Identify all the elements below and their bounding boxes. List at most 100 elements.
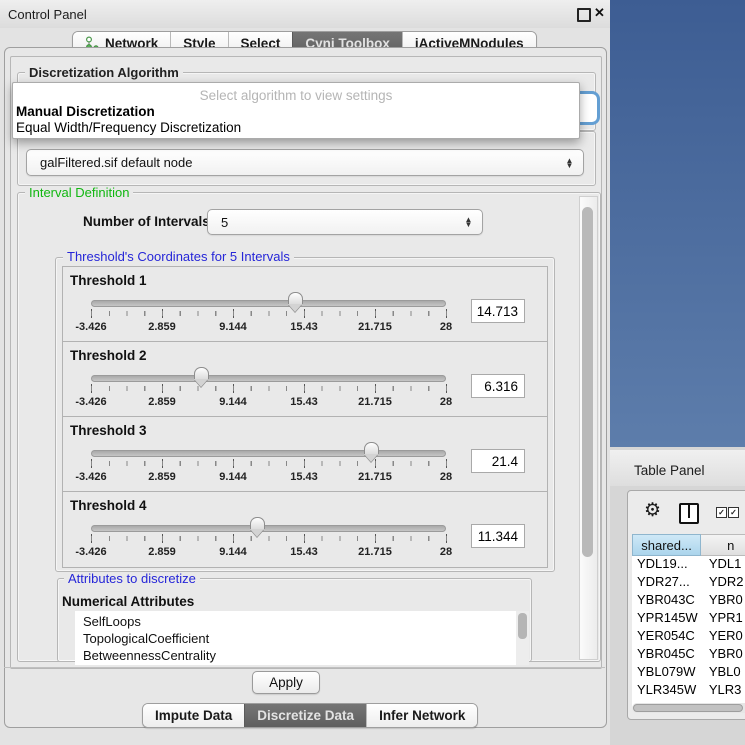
list-item[interactable]: TopologicalCoefficient [83, 631, 209, 646]
number-of-intervals-label: Number of Intervals [83, 214, 210, 229]
tab-impute-data[interactable]: Impute Data [143, 704, 244, 727]
table-row[interactable]: YER054CYER0 [632, 628, 745, 646]
table-row[interactable]: YBR045CYBR0 [632, 646, 745, 664]
popup-item-equal-width-frequency[interactable]: Equal Width/Frequency Discretization [16, 120, 241, 135]
table-row[interactable]: YLR345WYLR3 [632, 682, 745, 700]
tick-label: 2.859 [148, 321, 176, 333]
tick-label: 21.715 [358, 546, 392, 558]
apply-button[interactable]: Apply [252, 671, 320, 694]
table-row[interactable]: YBL079WYBL0 [632, 664, 745, 682]
cell: YBR045C [632, 646, 707, 664]
slider-thumb[interactable] [364, 442, 379, 462]
scrollbar-thumb[interactable] [518, 613, 527, 639]
checkbox-icon[interactable]: ✓ [728, 507, 739, 518]
tick-label: 21.715 [358, 471, 392, 483]
threshold-label: Threshold 3 [70, 423, 147, 438]
table-panel-titlebar: Table Panel [610, 450, 745, 486]
list-item[interactable]: SelfLoops [83, 614, 141, 629]
cell: YDL1 [707, 556, 745, 574]
control-panel-titlebar: Control Panel ✕ [0, 0, 610, 28]
tick-label: 21.715 [358, 396, 392, 408]
bottom-tab-strip: Impute Data Discretize Data Infer Networ… [142, 703, 478, 728]
attributes-scrollbar[interactable] [516, 611, 529, 665]
column-header-shared[interactable]: shared... [632, 534, 701, 556]
slider-minor-ticks [91, 461, 447, 466]
tab-infer-network[interactable]: Infer Network [366, 704, 477, 727]
threshold-value-field[interactable]: 21.4 [471, 449, 525, 473]
tick-label: 9.144 [219, 321, 247, 333]
cell: YPR145W [632, 610, 707, 628]
threshold-label: Threshold 1 [70, 273, 147, 288]
float-window-icon[interactable] [577, 8, 591, 22]
table-row[interactable]: YDL19...YDL1 [632, 556, 745, 574]
scrollbar-thumb[interactable] [582, 207, 593, 557]
threshold-value-field[interactable]: 11.344 [471, 524, 525, 548]
cell: YER054C [632, 628, 707, 646]
tick-label: 15.43 [290, 546, 318, 558]
threshold-panel: Threshold 4-3.4262.8599.14415.4321.71528… [62, 491, 548, 568]
tick-label: 28 [440, 321, 452, 333]
cell: YBR043C [632, 592, 707, 610]
number-of-intervals-combo[interactable]: 5 ▲▼ [207, 209, 483, 235]
scrollbar-thumb[interactable] [633, 704, 743, 712]
threshold-panel: Threshold 2-3.4262.8599.14415.4321.71528… [62, 341, 548, 418]
table-data-combo-value: galFiltered.sif default node [27, 155, 565, 170]
gear-icon[interactable]: ⚙ [644, 501, 661, 520]
slider-track[interactable] [91, 375, 446, 382]
threshold-panel: Threshold 1-3.4262.8599.14415.4321.71528… [62, 266, 548, 343]
cell: YBR0 [707, 592, 745, 610]
close-icon[interactable]: ✕ [594, 5, 605, 21]
slider-minor-ticks [91, 386, 447, 391]
cell: YPR1 [707, 610, 745, 628]
threshold-label: Threshold 2 [70, 348, 147, 363]
table-row[interactable]: YBR043CYBR0 [632, 592, 745, 610]
table-row[interactable]: YPR145WYPR1 [632, 610, 745, 628]
slider-minor-ticks [91, 311, 447, 316]
tick-label: 28 [440, 546, 452, 558]
numerical-attributes-list[interactable]: SelfLoops TopologicalCoefficient Between… [75, 611, 529, 665]
node-table: shared... n YDL19...YDL1 YDR27...YDR2 YB… [632, 534, 745, 708]
tick-label: 15.43 [290, 471, 318, 483]
tab-infer-network-label: Infer Network [379, 708, 465, 723]
slider-track[interactable] [91, 525, 446, 532]
tick-label: 28 [440, 471, 452, 483]
tab-discretize-data[interactable]: Discretize Data [244, 704, 366, 727]
combo-spinner-icon: ▲▼ [565, 158, 574, 168]
cell: YBL0 [707, 664, 745, 682]
table-horizontal-scrollbar[interactable] [632, 703, 745, 713]
tick-label: -3.426 [75, 321, 106, 333]
network-desktop: GAL80GACGAL11GAL4GCY1HHAP2 [610, 0, 745, 447]
window-title: Control Panel [8, 7, 87, 22]
slider-thumb[interactable] [194, 367, 209, 387]
checkbox-icon[interactable]: ✓ [716, 507, 727, 518]
threshold-value-field[interactable]: 6.316 [471, 374, 525, 398]
cell: YDL19... [632, 556, 707, 574]
slider-thumb[interactable] [250, 517, 265, 537]
columns-icon[interactable] [679, 503, 699, 524]
tick-label: 9.144 [219, 546, 247, 558]
slider-track[interactable] [91, 300, 446, 307]
tick-label: 9.144 [219, 471, 247, 483]
table-row[interactable]: YDR27...YDR2 [632, 574, 745, 592]
table-panel-card: ⚙ ✓ ✓ shared... n YDL19...YDL1 YDR27...Y… [627, 490, 745, 720]
slider-track[interactable] [91, 450, 446, 457]
popup-header: Select algorithm to view settings [13, 88, 579, 103]
tick-label: 2.859 [148, 546, 176, 558]
control-panel-window: Control Panel ✕ Network Style Select Cyn… [0, 0, 610, 745]
table-panel-title: Table Panel [634, 463, 705, 478]
list-item[interactable]: BetweennessCentrality [83, 648, 216, 663]
attributes-group-title: Attributes to discretize [64, 572, 200, 585]
table-data-combo[interactable]: galFiltered.sif default node ▲▼ [26, 149, 584, 176]
interval-pane-scrollbar[interactable] [579, 196, 598, 660]
threshold-value-field[interactable]: 14.713 [471, 299, 525, 323]
slider-thumb[interactable] [288, 292, 303, 312]
popup-item-manual-discretization[interactable]: Manual Discretization [16, 104, 155, 119]
thresholds-group-title: Threshold's Coordinates for 5 Intervals [63, 250, 294, 263]
cell: YBL079W [632, 664, 707, 682]
cell: YER0 [707, 628, 745, 646]
tick-label: 2.859 [148, 396, 176, 408]
tick-label: -3.426 [75, 471, 106, 483]
combo-spinner-icon: ▲▼ [464, 217, 473, 227]
tick-label: 28 [440, 396, 452, 408]
column-header-name[interactable]: n [701, 534, 745, 556]
